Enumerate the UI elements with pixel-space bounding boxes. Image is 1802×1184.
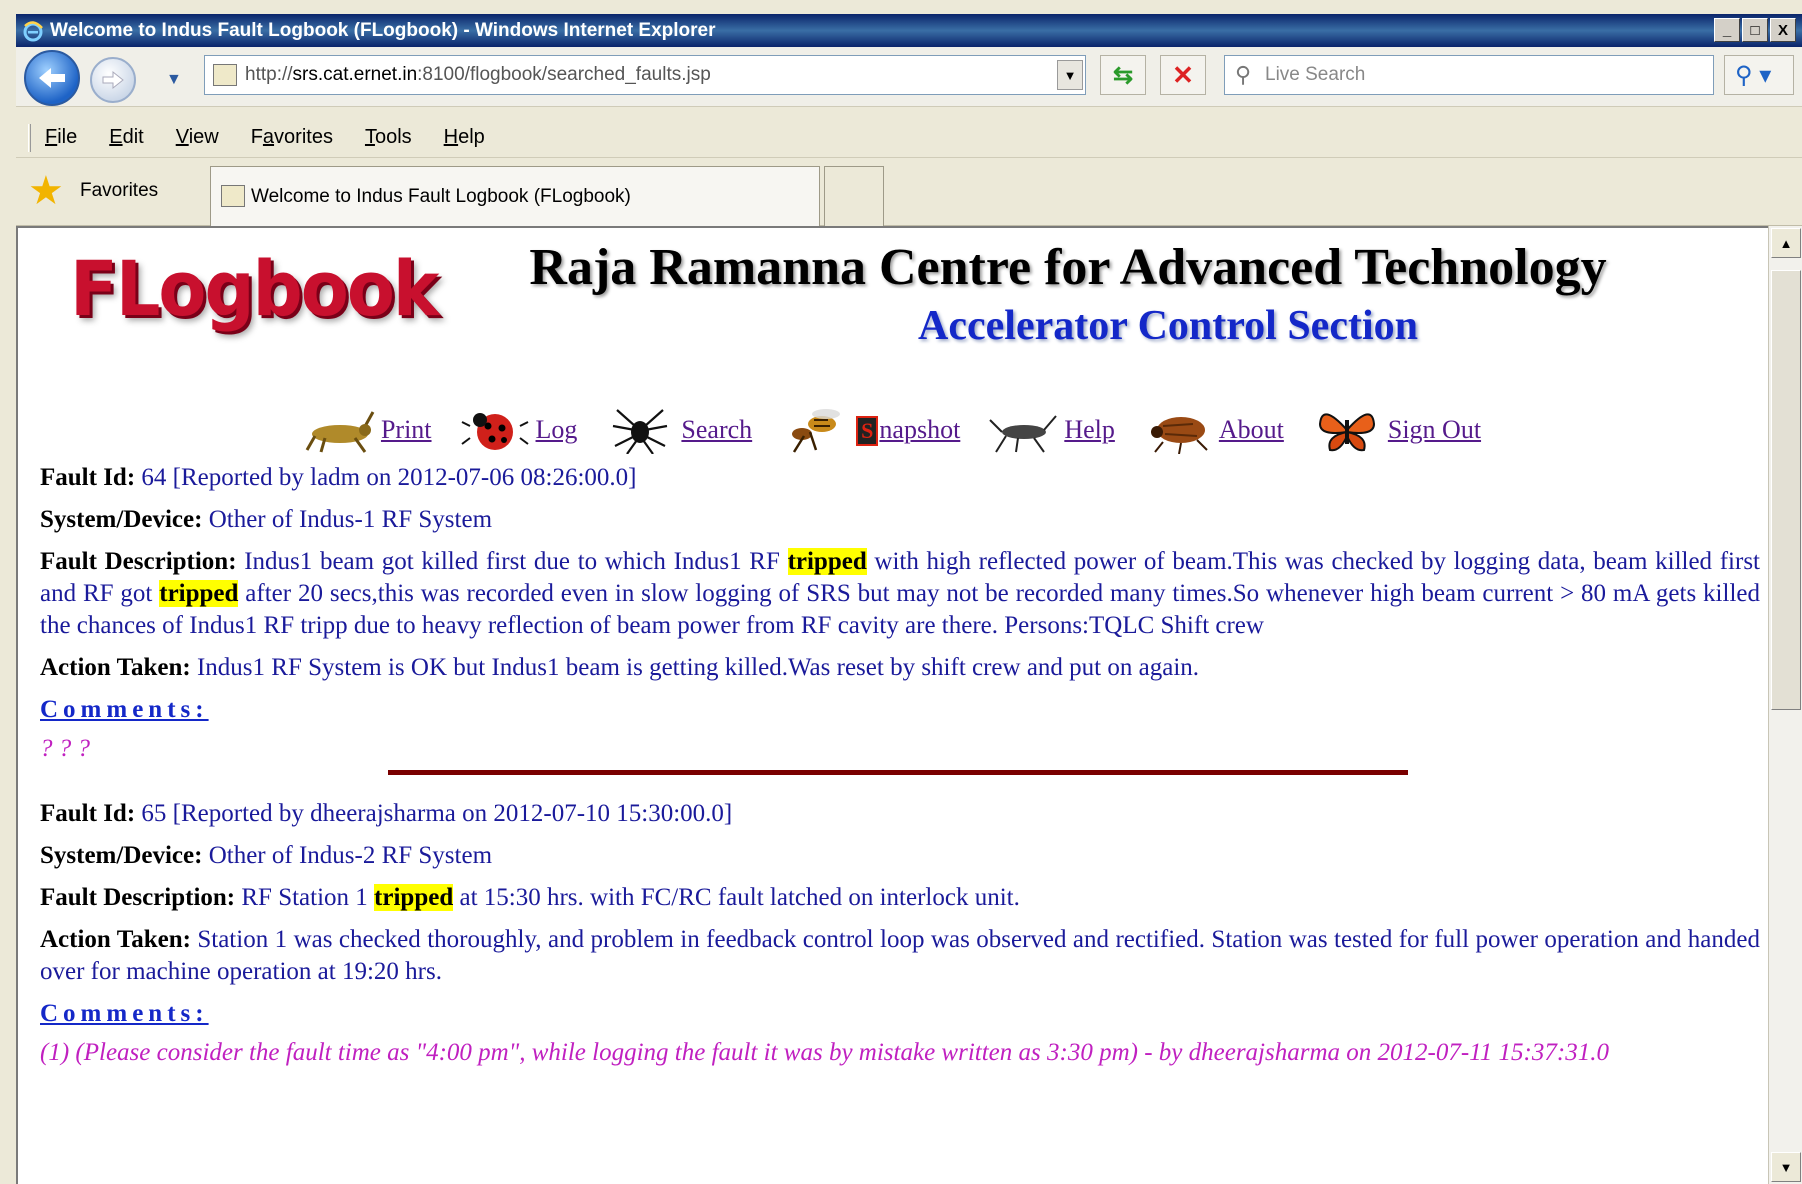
tab-title: Welcome to Indus Fault Logbook (FLogbook…: [251, 185, 631, 207]
ie-logo-icon: [23, 20, 43, 41]
cricket-icon: [989, 415, 1058, 453]
stop-button[interactable]: ✕: [1160, 55, 1206, 95]
comments-heading[interactable]: Comments:: [40, 1000, 209, 1028]
nav-signout: Sign Out: [1312, 406, 1481, 454]
refresh-icon: ⇆: [1112, 61, 1134, 89]
action-taken-line: Action Taken: Indus1 RF System is OK but…: [40, 654, 1200, 681]
menu-tools[interactable]: Tools: [365, 126, 412, 149]
history-dropdown-icon[interactable]: ▼: [166, 71, 182, 89]
scroll-up-icon[interactable]: ▲: [1771, 228, 1801, 258]
fault-id-line: Fault Id: 65 [Reported by dheerajsharma …: [40, 800, 733, 827]
back-arrow-icon: [39, 68, 65, 88]
close-button[interactable]: X: [1770, 18, 1796, 42]
tab-favicon-icon: [221, 185, 245, 207]
window-controls: _ □ X: [1714, 18, 1796, 42]
page-viewport: FLogbook Raja Ramanna Centre for Advance…: [16, 226, 1768, 1184]
nav-about: About: [1143, 406, 1284, 454]
back-button[interactable]: [24, 50, 80, 106]
fault-entry-65: Fault Id: 65 [Reported by dheerajsharma …: [40, 798, 1760, 1070]
nav-snapshot: Snapshot: [780, 406, 960, 454]
highlight-tripped: tripped: [787, 548, 867, 575]
address-url: http://srs.cat.ernet.in:8100/flogbook/se…: [245, 64, 711, 85]
vertical-scrollbar[interactable]: ▲ ▼: [1768, 226, 1802, 1184]
minimize-button[interactable]: _: [1714, 18, 1740, 42]
help-link[interactable]: Help: [1064, 415, 1115, 445]
action-taken-line: Action Taken: Station 1 was checked thor…: [40, 926, 1760, 985]
highlight-tripped: tripped: [159, 580, 239, 607]
search-go-button[interactable]: ⚲ ▾: [1724, 55, 1794, 95]
menu-help[interactable]: Help: [444, 126, 485, 149]
page-favicon-icon: [213, 64, 237, 86]
address-dropdown-icon[interactable]: ▼: [1057, 60, 1083, 90]
forward-button[interactable]: [90, 57, 136, 103]
print-link[interactable]: Print: [381, 415, 432, 445]
highlight-tripped: tripped: [374, 884, 454, 911]
window-title: Welcome to Indus Fault Logbook (FLogbook…: [50, 19, 716, 41]
comment-text: ? ? ?: [40, 735, 90, 762]
log-link[interactable]: Log: [536, 415, 578, 445]
refresh-button[interactable]: ⇆: [1100, 55, 1146, 95]
navigation-bar: ▼ http://srs.cat.ernet.in:8100/flogbook/…: [16, 47, 1802, 107]
maximize-button[interactable]: □: [1742, 18, 1768, 42]
system-device-line: System/Device: Other of Indus-2 RF Syste…: [40, 842, 493, 869]
nav-search: Search: [605, 406, 752, 454]
snapshot-link[interactable]: Snapshot: [856, 415, 960, 446]
spider-icon: [613, 409, 668, 454]
organization-title: Raja Ramanna Centre for Advanced Technol…: [529, 239, 1607, 296]
favorites-button[interactable]: Favorites: [80, 180, 158, 202]
wasp-icon: [792, 409, 841, 453]
signout-link[interactable]: Sign Out: [1388, 415, 1481, 445]
menu-file[interactable]: File: [45, 126, 77, 149]
forward-arrow-icon: [102, 70, 124, 90]
system-device-line: System/Device: Other of Indus-1 RF Syste…: [40, 506, 493, 533]
menu-favorites[interactable]: Favorites: [251, 126, 333, 149]
snapshot-s-icon: S: [856, 415, 879, 446]
fault-description: Fault Description: RF Station 1 tripped …: [40, 884, 1020, 911]
section-title: Accelerator Control Section: [918, 303, 1418, 349]
new-tab-button[interactable]: [824, 166, 884, 226]
menu-bar: File Edit View Favorites Tools Help: [16, 118, 1802, 158]
about-link[interactable]: About: [1219, 415, 1284, 445]
entry-separator: [388, 770, 1408, 775]
page-nav-links: Print Log Search Snapshot Help About Sig…: [18, 406, 1768, 454]
nav-print: Print: [305, 406, 432, 454]
search-icon: ⚲: [1235, 62, 1252, 87]
stop-icon: ✕: [1172, 59, 1194, 90]
comment-text: (1) (Please consider the fault time as "…: [40, 1039, 1609, 1066]
nav-log: Log: [460, 406, 578, 454]
address-bar[interactable]: http://srs.cat.ernet.in:8100/flogbook/se…: [204, 55, 1086, 95]
toolbar-grip: [28, 123, 31, 152]
window-titlebar: Welcome to Indus Fault Logbook (FLogbook…: [16, 14, 1802, 47]
fault-description: Fault Description: Indus1 beam got kille…: [40, 548, 1760, 639]
grasshopper-icon: [305, 411, 375, 453]
scroll-down-icon[interactable]: ▼: [1771, 1152, 1801, 1182]
beetle-icon: [1150, 417, 1208, 454]
search-placeholder: Live Search: [1265, 64, 1366, 85]
favorites-bar: ★ Favorites Welcome to Indus Fault Logbo…: [16, 160, 1802, 226]
menu-view[interactable]: View: [176, 126, 219, 149]
menu-edit[interactable]: Edit: [109, 126, 143, 149]
tab-flogbook[interactable]: Welcome to Indus Fault Logbook (FLogbook…: [210, 166, 820, 226]
ladybug-icon: [460, 413, 529, 450]
favorites-star-icon[interactable]: ★: [28, 168, 64, 214]
fault-id-line: Fault Id: 64 [Reported by ladm on 2012-0…: [40, 464, 637, 491]
butterfly-icon: [1318, 413, 1375, 452]
comments-heading[interactable]: Comments:: [40, 696, 209, 724]
nav-help: Help: [988, 406, 1115, 454]
fault-entry-64: Fault Id: 64 [Reported by ladm on 2012-0…: [40, 462, 1760, 766]
scrollbar-thumb[interactable]: [1771, 270, 1801, 710]
search-link[interactable]: Search: [681, 415, 752, 445]
search-input[interactable]: ⚲ Live Search: [1224, 55, 1714, 95]
magnifier-icon: ⚲ ▾: [1735, 61, 1772, 89]
